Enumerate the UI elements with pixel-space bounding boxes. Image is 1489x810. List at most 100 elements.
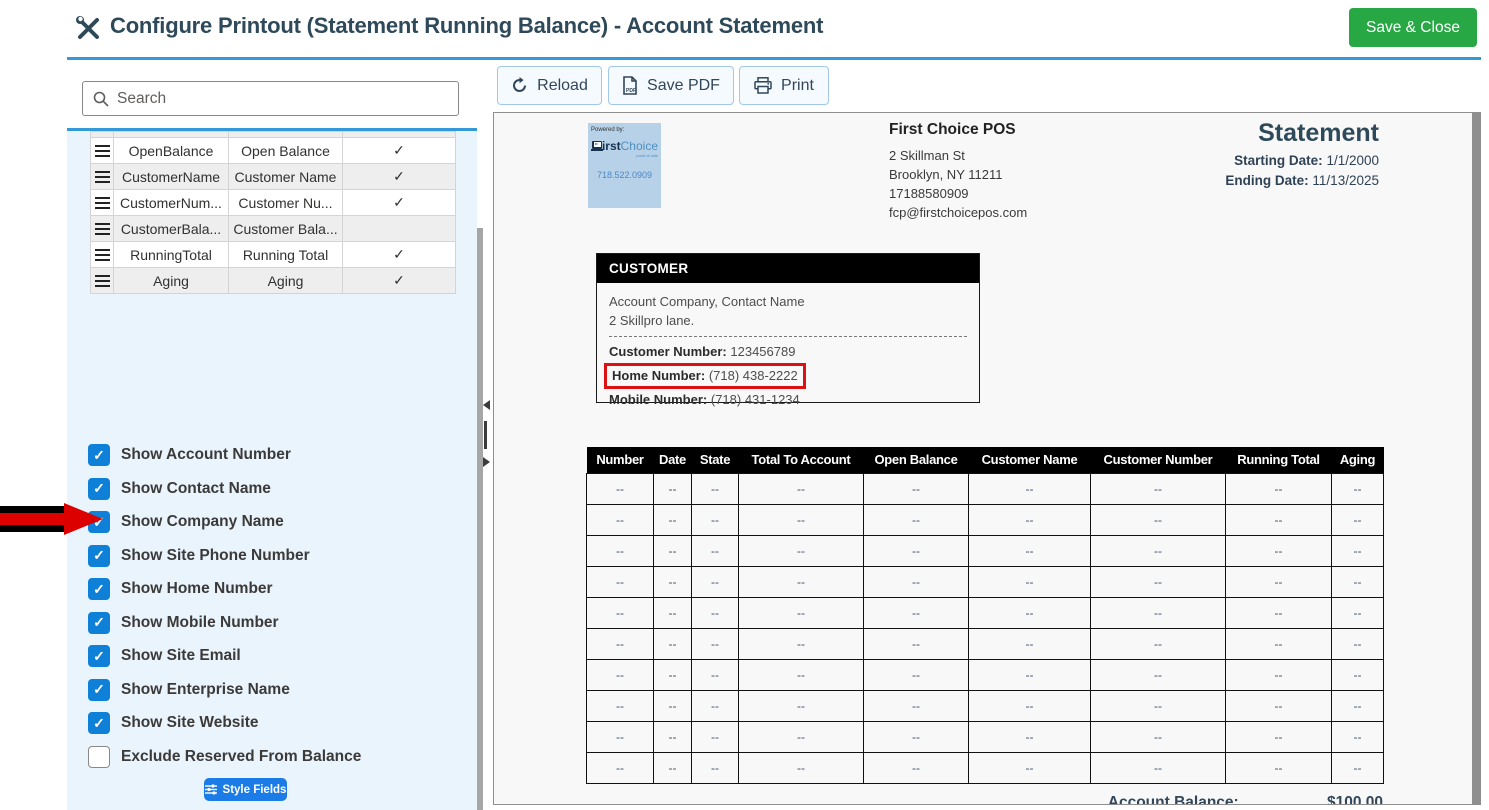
svg-text:PDF: PDF xyxy=(626,88,636,94)
statement-table-row: -- -- -- -- -- -- -- -- -- xyxy=(586,751,1384,784)
statement-table-cell: -- xyxy=(1331,534,1384,567)
option-row: ✓ Show Contact Name xyxy=(88,477,458,500)
statement-table-cell: -- xyxy=(968,565,1091,598)
statement-title: Statement xyxy=(1258,119,1379,147)
search-icon xyxy=(93,91,109,106)
statement-table-cell: -- xyxy=(863,720,969,753)
checked-checkbox[interactable]: ✓ xyxy=(88,611,110,634)
field-label: Open Balance xyxy=(228,137,343,164)
statement-table-cell: -- xyxy=(653,751,692,784)
statement-table-cell: -- xyxy=(1090,503,1226,536)
field-checked-icon[interactable]: ✓ xyxy=(342,163,456,190)
powered-by-text: Powered by: xyxy=(591,127,625,133)
field-row: RunningTotal Running Total ✓ xyxy=(90,241,456,268)
company-address1: 2 Skillman St xyxy=(889,148,965,163)
checked-checkbox[interactable]: ✓ xyxy=(88,645,110,667)
field-label: Customer Name xyxy=(228,163,343,190)
statement-table-cell: -- xyxy=(1090,751,1226,784)
checked-checkbox[interactable]: ✓ xyxy=(88,444,110,466)
reload-label: Reload xyxy=(537,76,588,94)
save-close-button[interactable]: Save & Close xyxy=(1349,8,1477,47)
option-label: Show Site Email xyxy=(121,647,241,664)
save-pdf-label: Save PDF xyxy=(647,76,720,94)
print-button[interactable]: Print xyxy=(739,66,829,105)
statement-table-cell: -- xyxy=(1225,534,1332,567)
collapse-left-icon[interactable] xyxy=(483,400,490,410)
statement-table-row: -- -- -- -- -- -- -- -- -- xyxy=(586,503,1384,536)
field-checked-icon[interactable]: ✓ xyxy=(342,137,456,164)
statement-table-cell: -- xyxy=(863,503,969,536)
fields-table: OpenBalance Open Balance ✓ CustomerName Cust… xyxy=(90,131,456,294)
statement-table-row: -- -- -- -- -- -- -- -- -- xyxy=(586,596,1384,629)
drag-handle-icon[interactable] xyxy=(90,267,114,294)
preview-scrollbar[interactable] xyxy=(1472,113,1480,804)
drag-handle-icon[interactable] xyxy=(90,241,114,268)
statement-table-cell: -- xyxy=(863,689,969,722)
statement-table-cell: -- xyxy=(738,503,864,536)
statement-table-cell: -- xyxy=(691,658,739,691)
statement-table-cell: -- xyxy=(738,689,864,722)
field-label: Aging xyxy=(228,267,343,294)
field-row: Aging Aging ✓ xyxy=(90,267,456,294)
field-checked-icon[interactable]: ✓ xyxy=(342,241,456,268)
option-row: ✓ Show Company Name xyxy=(88,511,458,533)
search-box[interactable] xyxy=(82,81,459,116)
statement-table-cell: -- xyxy=(1225,689,1332,722)
option-label: Show Enterprise Name xyxy=(121,680,290,698)
statement-table-cell: -- xyxy=(1331,472,1384,505)
checked-checkbox[interactable]: ✓ xyxy=(88,578,110,600)
statement-table-cell: -- xyxy=(968,627,1091,660)
save-pdf-button[interactable]: PDF Save PDF xyxy=(608,66,734,105)
statement-table-cell: -- xyxy=(586,627,654,660)
field-row: CustomerBala... Customer Bala... xyxy=(90,215,456,242)
style-fields-button[interactable]: Style Fields xyxy=(204,778,287,801)
statement-preview: Powered by: First Choice point of sale 71… xyxy=(493,112,1481,805)
field-key: CustomerName xyxy=(113,163,229,190)
page-title: Configure Printout (Statement Running Ba… xyxy=(110,13,824,38)
field-checked-icon[interactable]: ✓ xyxy=(342,267,456,294)
checked-checkbox[interactable]: ✓ xyxy=(88,712,110,734)
statement-table-cell: -- xyxy=(1225,503,1332,536)
statement-table-cell: -- xyxy=(1225,565,1332,598)
company-name: First Choice POS xyxy=(889,121,1016,138)
splitter-handle[interactable] xyxy=(484,421,487,449)
option-row: Exclude Reserved From Balance xyxy=(88,745,458,768)
statement-table-cell: -- xyxy=(968,534,1091,567)
statement-table-cell: -- xyxy=(863,565,969,598)
option-label: Show Account Number xyxy=(121,446,291,463)
collapse-right-icon[interactable] xyxy=(483,457,490,467)
statement-table-cell: -- xyxy=(1225,751,1332,784)
statement-table-cell: -- xyxy=(1090,565,1226,598)
mobile-number-line: Mobile Number: (718) 431-1234 xyxy=(609,392,800,407)
reload-button[interactable]: Reload xyxy=(497,66,602,105)
option-label: Show Home Number xyxy=(121,580,273,597)
statement-table-cell: -- xyxy=(863,534,969,567)
statement-table-cell: -- xyxy=(968,472,1091,505)
statement-table-cell: -- xyxy=(653,565,692,598)
option-row: ✓ Show Site Email xyxy=(88,645,458,667)
statement-column-header: Open Balance xyxy=(863,447,969,473)
checked-checkbox[interactable]: ✓ xyxy=(88,544,110,567)
customer-number-line: Customer Number: 123456789 xyxy=(609,344,796,359)
annotation-arrow-icon xyxy=(64,503,103,535)
statement-table-cell: -- xyxy=(1225,720,1332,753)
search-input[interactable] xyxy=(117,89,448,108)
field-checked-icon[interactable] xyxy=(342,215,456,242)
drag-handle-icon[interactable] xyxy=(90,189,114,216)
statement-table-cell: -- xyxy=(863,596,969,629)
account-balance-row: Account Balance: $100.00 xyxy=(586,794,1383,804)
statement-table-cell: -- xyxy=(738,751,864,784)
statement-table-cell: -- xyxy=(968,689,1091,722)
field-checked-icon[interactable]: ✓ xyxy=(342,189,456,216)
drag-handle-icon[interactable] xyxy=(90,215,114,242)
unchecked-checkbox[interactable] xyxy=(88,745,110,768)
statement-column-header: Date xyxy=(653,447,692,473)
statement-table-row: -- -- -- -- -- -- -- -- -- xyxy=(586,658,1384,691)
drag-handle-icon[interactable] xyxy=(90,163,114,190)
statement-table-cell: -- xyxy=(1090,534,1226,567)
checked-checkbox[interactable]: ✓ xyxy=(88,678,110,701)
statement-table-cell: -- xyxy=(586,658,654,691)
statement-table-cell: -- xyxy=(586,534,654,567)
drag-handle-icon[interactable] xyxy=(90,137,114,164)
checked-checkbox[interactable]: ✓ xyxy=(88,477,110,500)
